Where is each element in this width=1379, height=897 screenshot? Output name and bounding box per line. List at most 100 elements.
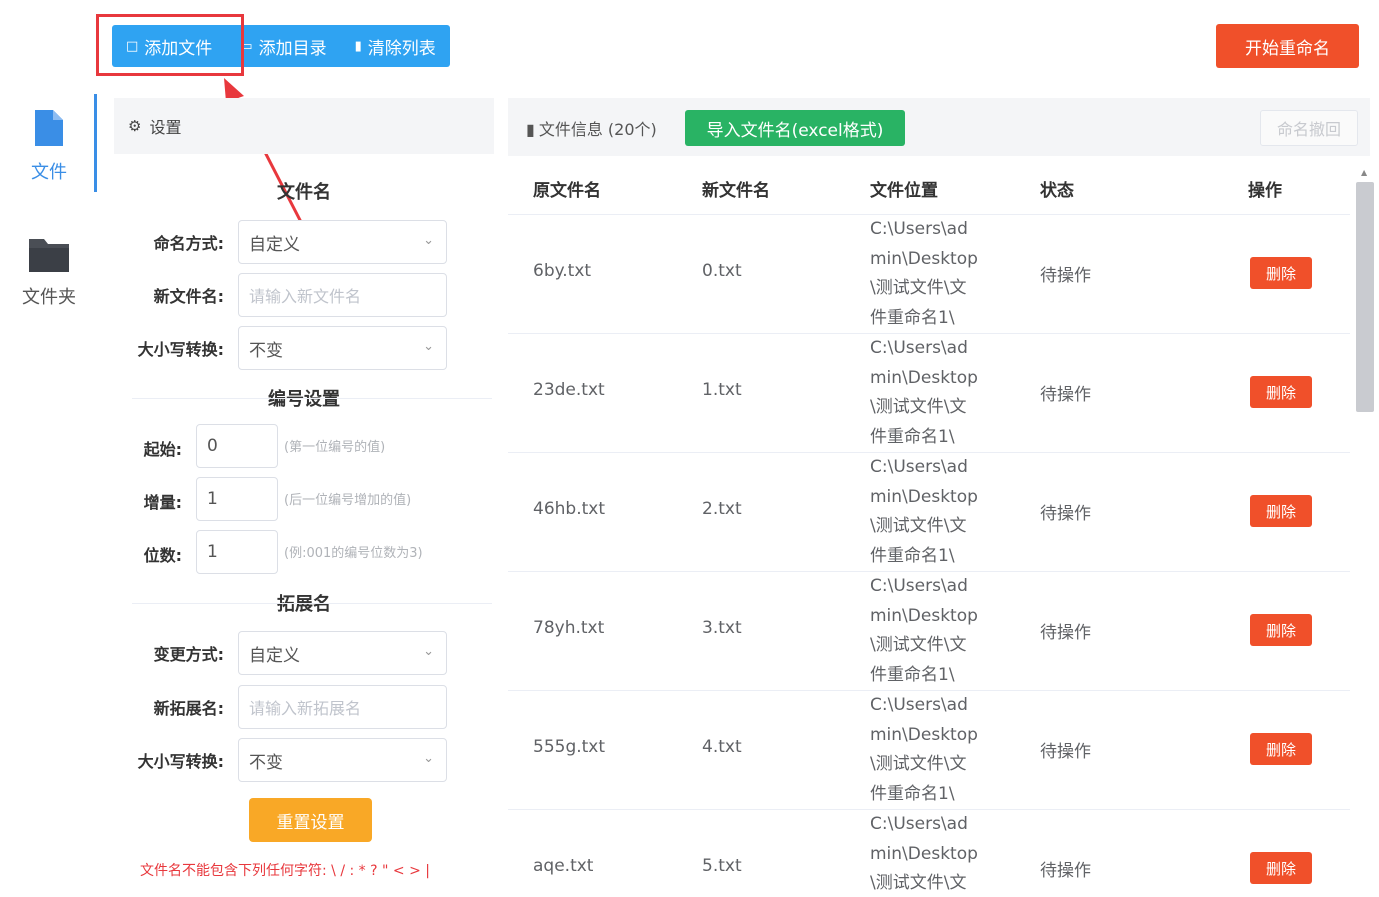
new-name-cell: 1.txt [702,380,742,400]
undo-rename-button[interactable]: 命名撤回 [1260,110,1358,146]
file-info-title-text: 文件信息 (20个) [538,120,657,139]
step-label: 增量: [143,493,182,512]
file-icon [35,110,63,146]
new-ext-label: 新拓展名: [153,699,224,718]
file-info-header: ▮ 文件信息 (20个) 导入文件名(excel格式) 命名撤回 [508,98,1370,156]
invalid-characters-warning: 文件名不能包含下列任何字符: \ / : * ? " < > | [140,863,430,879]
new-ext-placeholder: 请输入新拓展名 [249,699,362,718]
status-cell: 待操作 [1040,504,1091,524]
start-hint: (第一位编号的值) [284,440,386,455]
scroll-up-icon[interactable]: ▲ [1361,168,1367,177]
new-name-cell: 2.txt [702,499,742,519]
original-name-cell: 23de.txt [533,380,605,400]
case-select[interactable]: 不变 ⌄ [238,326,447,370]
file-info-title: ▮ 文件信息 (20个) [526,116,657,140]
original-name-cell: aqe.txt [533,856,594,876]
column-header-status: 状态 [1040,181,1074,201]
status-cell: 待操作 [1040,623,1091,643]
chevron-down-icon: ⌄ [423,751,434,766]
settings-header: ⚙ 设置 [114,98,494,154]
column-header-location: 文件位置 [870,181,938,201]
table-row: 23de.txt 1.txt C:\Users\ad min\Desktop \… [508,333,1350,452]
step-value: 1 [207,489,218,509]
start-label: 起始: [143,440,182,459]
change-mode-label: 变更方式: [153,645,224,664]
chevron-down-icon: ⌄ [423,339,434,354]
chevron-down-icon: ⌄ [423,233,434,248]
ext-case-select[interactable]: 不变 ⌄ [238,738,447,782]
document-icon: ▮ [526,120,535,139]
naming-mode-label: 命名方式: [153,234,224,253]
change-mode-value: 自定义 [249,645,300,666]
original-name-cell: 78yh.txt [533,618,605,638]
settings-panel: ⚙ 设置 文件名 命名方式: 自定义 ⌄ 新文件名: 请输入新文件名 大小写转换… [114,98,494,897]
settings-title: 设置 [149,118,182,137]
nav-folder-label: 文件夹 [22,287,76,308]
column-header-action: 操作 [1248,181,1282,201]
new-name-cell: 5.txt [702,856,742,876]
scroll-thumb[interactable] [1356,182,1374,412]
new-name-label: 新文件名: [153,287,224,306]
nav-file-label: 文件 [31,162,67,183]
delete-button[interactable]: 删除 [1250,376,1312,408]
digits-hint: (例:001的编号位数为3) [284,546,423,561]
column-header-new: 新文件名 [702,181,770,201]
delete-button[interactable]: 删除 [1250,852,1312,884]
table-row: 555g.txt 4.txt C:\Users\ad min\Desktop \… [508,690,1350,809]
location-cell: C:\Users\ad min\Desktop \测试文件\文 件重命名1\ [870,695,978,804]
case-label: 大小写转换: [137,340,224,359]
naming-mode-value: 自定义 [249,234,300,255]
filename-section-title: 文件名 [277,182,331,203]
case-value: 不变 [249,340,283,361]
table-scrollbar[interactable]: ▲ [1352,168,1374,897]
nav-item-file[interactable]: 文件 [0,108,98,184]
status-cell: 待操作 [1040,861,1091,881]
table-row: 46hb.txt 2.txt C:\Users\ad min\Desktop \… [508,452,1350,571]
reset-settings-button[interactable]: 重置设置 [249,798,372,842]
naming-mode-select[interactable]: 自定义 ⌄ [238,220,447,264]
nav-item-folder[interactable]: 文件夹 [0,235,98,309]
step-hint: (后一位编号增加的值) [284,493,412,508]
change-mode-select[interactable]: 自定义 ⌄ [238,631,447,675]
delete-button[interactable]: 删除 [1250,495,1312,527]
table-row: 78yh.txt 3.txt C:\Users\ad min\Desktop \… [508,571,1350,690]
new-name-cell: 0.txt [702,261,742,281]
new-name-input[interactable]: 请输入新文件名 [238,273,447,317]
new-ext-input[interactable]: 请输入新拓展名 [238,685,447,729]
digits-value: 1 [207,542,218,562]
divider [132,398,492,399]
original-name-cell: 555g.txt [533,737,606,757]
location-cell: C:\Users\ad min\Desktop \测试文件\文 件重命名1\ [870,338,978,447]
divider [132,603,492,604]
status-cell: 待操作 [1040,385,1091,405]
import-excel-button[interactable]: 导入文件名(excel格式) [685,110,905,146]
file-info-panel: ▮ 文件信息 (20个) 导入文件名(excel格式) 命名撤回 原文件名 新文件… [508,98,1374,897]
chevron-down-icon: ⌄ [423,644,434,659]
left-nav: 文件 文件夹 [0,90,98,897]
table-row: 6by.txt 0.txt C:\Users\ad min\Desktop \测… [508,214,1350,333]
table-row: aqe.txt 5.txt C:\Users\ad min\Desktop \测… [508,809,1350,897]
original-name-cell: 6by.txt [533,261,592,281]
folder-icon [29,239,69,272]
start-input[interactable]: 0 [196,424,278,468]
step-input[interactable]: 1 [196,477,278,521]
delete-button[interactable]: 删除 [1250,733,1312,765]
status-cell: 待操作 [1040,742,1091,762]
digits-input[interactable]: 1 [196,530,278,574]
delete-button[interactable]: 删除 [1250,614,1312,646]
location-cell: C:\Users\ad min\Desktop \测试文件\文 件重命名1\ [870,576,978,685]
digits-label: 位数: [143,546,182,565]
status-cell: 待操作 [1040,266,1091,286]
new-name-placeholder: 请输入新文件名 [249,287,362,306]
ext-case-value: 不变 [249,752,283,773]
gear-icon: ⚙ [128,117,142,135]
location-cell: C:\Users\ad min\Desktop \测试文件\文 件重命名1\ [870,457,978,566]
delete-button[interactable]: 删除 [1250,257,1312,289]
original-name-cell: 46hb.txt [533,499,605,519]
location-cell: C:\Users\ad min\Desktop \测试文件\文 [870,814,978,893]
table-header: 原文件名 新文件名 文件位置 状态 操作 [508,158,1350,214]
start-value: 0 [207,436,218,456]
new-name-cell: 3.txt [702,618,742,638]
ext-case-label: 大小写转换: [137,752,224,771]
new-name-cell: 4.txt [702,737,742,757]
